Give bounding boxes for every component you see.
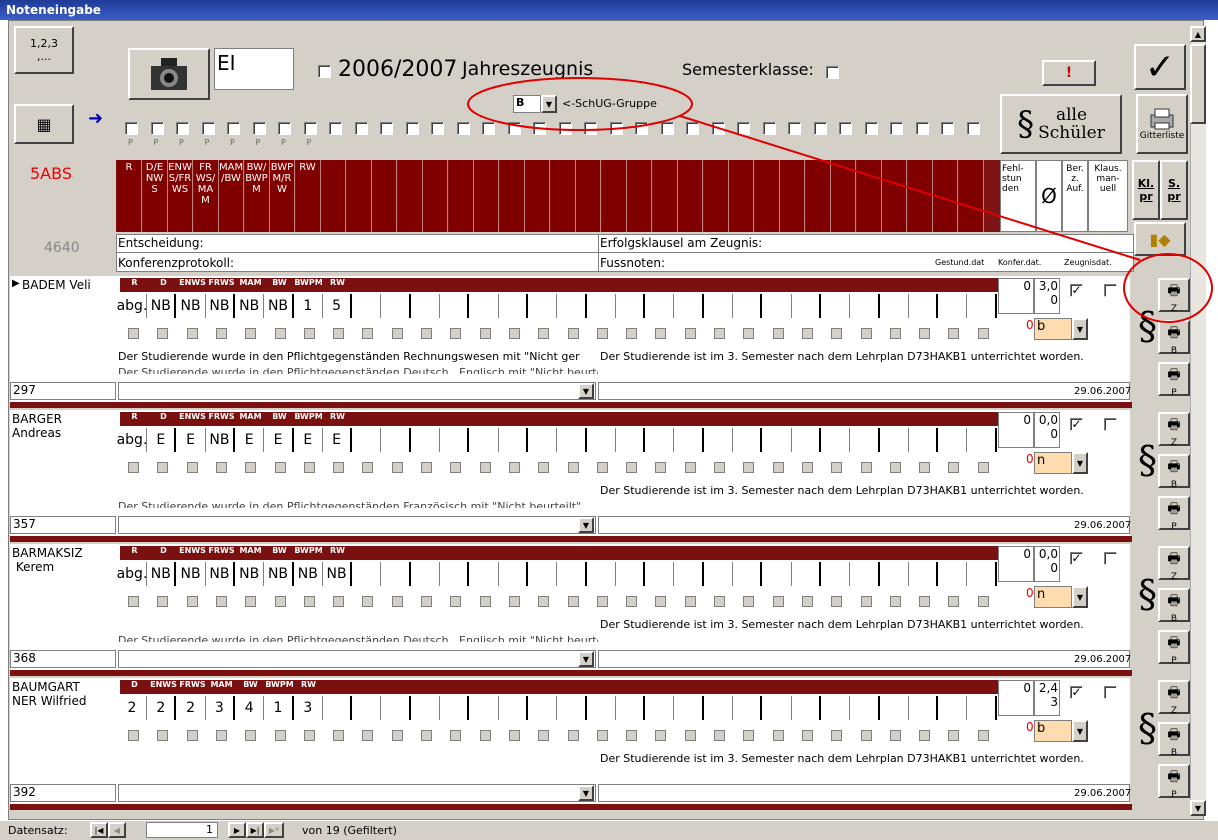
annotation-ellipse-print [1123,253,1213,323]
annotation-arrow-line [679,115,1141,261]
annotation-ellipse-group [467,77,693,131]
annotation-overlay [467,77,1213,323]
